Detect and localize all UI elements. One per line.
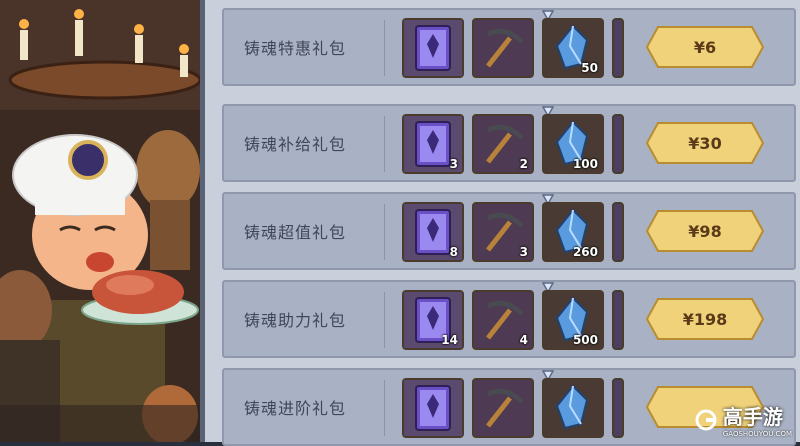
item-count: 8	[449, 245, 458, 259]
price-label: ¥6	[693, 37, 717, 57]
item-count: 4	[519, 333, 528, 347]
price-label: ¥98	[688, 221, 722, 241]
pickaxe-item-slot[interactable]	[472, 10, 554, 80]
item-count: 3	[449, 157, 458, 171]
item-count: 3	[519, 245, 528, 259]
crystal-item-slot[interactable]: 500	[542, 290, 604, 350]
item-count: 260	[572, 245, 598, 259]
pickaxe-item-slot[interactable]: 2	[472, 106, 554, 174]
gift-pack-row[interactable]: 铸魂助力礼包 14 4 500 ¥198	[222, 280, 796, 358]
card-item-slot[interactable]: 14	[402, 290, 464, 350]
crystal-item-slot[interactable]: 50	[542, 18, 604, 78]
item-count: 14	[441, 333, 458, 347]
card-icon	[404, 380, 462, 440]
more-items-slot-edge	[612, 18, 624, 78]
price-button[interactable]: ¥98	[645, 210, 765, 252]
price-button[interactable]: ¥6	[645, 26, 765, 68]
price-button[interactable]: ¥30	[645, 122, 765, 164]
pack-name: 铸魂超值礼包	[244, 223, 347, 242]
card-item-slot[interactable]: 3	[402, 114, 464, 174]
card-item-slot[interactable]	[402, 18, 464, 78]
row-divider	[384, 116, 385, 172]
item-count: 2	[519, 157, 528, 171]
crystal-item-slot[interactable]: 100	[542, 114, 604, 174]
crystal-item-slot[interactable]	[542, 378, 604, 438]
price-label: ¥198	[682, 309, 728, 329]
item-count: 100	[572, 157, 598, 171]
gift-pack-row[interactable]: 铸魂特惠礼包 50 ¥6	[222, 8, 796, 86]
card-item-slot[interactable]: 8	[402, 202, 464, 262]
more-items-slot-edge	[612, 290, 624, 350]
pickaxe-item-slot[interactable]: 3	[472, 194, 554, 262]
pickaxe-icon	[474, 20, 532, 80]
card-item-slot[interactable]	[402, 378, 464, 438]
pack-name: 铸魂补给礼包	[244, 135, 347, 154]
item-count: 50	[581, 61, 598, 75]
watermark-logo-icon	[695, 409, 717, 430]
more-items-slot-edge	[612, 378, 624, 438]
row-divider	[384, 20, 385, 76]
pack-name: 铸魂助力礼包	[244, 311, 347, 330]
more-items-slot-edge	[612, 114, 624, 174]
price-label: ¥30	[688, 133, 722, 153]
card-icon	[404, 20, 462, 80]
pack-name: 铸魂特惠礼包	[244, 39, 347, 58]
pickaxe-icon	[474, 380, 532, 440]
pickaxe-item-slot[interactable]	[472, 370, 554, 440]
gift-pack-row[interactable]: 铸魂超值礼包 8 3 260 ¥98	[222, 192, 796, 270]
row-divider	[384, 380, 385, 436]
row-divider	[384, 204, 385, 260]
crystal-item-slot[interactable]: 260	[542, 202, 604, 262]
more-items-slot-edge	[612, 202, 624, 262]
pickaxe-item-slot[interactable]: 4	[472, 282, 554, 350]
chef-character-artwork	[0, 0, 205, 442]
item-count: 500	[572, 333, 598, 347]
watermark: 高手游 GAOSHOUYOU.COM	[695, 401, 792, 438]
price-button[interactable]: ¥198	[645, 298, 765, 340]
pack-name: 铸魂进阶礼包	[244, 399, 347, 418]
row-divider	[384, 292, 385, 348]
gift-pack-row[interactable]: 铸魂补给礼包 3 2 100 ¥30	[222, 104, 796, 182]
watermark-title: 高手游	[722, 405, 783, 429]
watermark-subtitle: GAOSHOUYOU.COM	[722, 430, 792, 438]
crystal-icon	[544, 380, 602, 440]
